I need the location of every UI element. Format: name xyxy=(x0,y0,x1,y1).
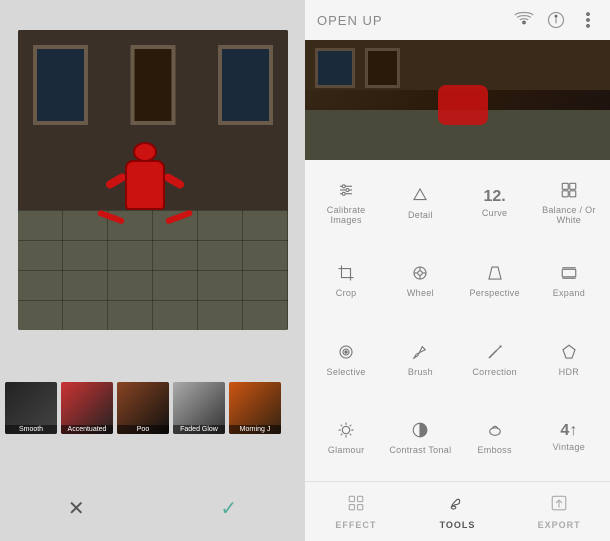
curve-icon: 12. xyxy=(484,189,506,205)
app-title: OPEN UP xyxy=(317,13,383,28)
more-icon[interactable] xyxy=(578,10,598,30)
emboss-label: Emboss xyxy=(477,445,511,455)
tools-icon xyxy=(449,494,467,517)
thumbnail-1[interactable]: Smooth xyxy=(5,382,57,434)
nav-effect[interactable]: EFFECT xyxy=(305,482,407,541)
left-panel: Smooth Accentuated Poo Faded Glow Mornin… xyxy=(0,0,305,541)
hdr-icon xyxy=(560,343,578,364)
thumbnail-2[interactable]: Accentuated xyxy=(61,382,113,434)
detail-icon xyxy=(411,186,429,207)
curve-label: Curve xyxy=(482,208,508,218)
right-panel: OPEN UP xyxy=(305,0,610,541)
tool-perspective[interactable]: Perspective xyxy=(459,243,531,319)
expand-label: Expand xyxy=(553,288,585,298)
selective-label: Selective xyxy=(327,367,366,377)
tool-contrast[interactable]: Contrast Tonal xyxy=(384,400,456,476)
confirm-button[interactable]: ✓ xyxy=(211,490,247,526)
spider-head xyxy=(133,142,157,162)
tools-grid: Calibrate Images Detail 12. Curve xyxy=(305,160,610,481)
thumbnail-strip: Smooth Accentuated Poo Faded Glow Mornin… xyxy=(0,382,305,434)
signal-icon[interactable] xyxy=(514,10,534,30)
tool-correction[interactable]: Correction xyxy=(459,322,531,398)
info-icon[interactable] xyxy=(546,10,566,30)
top-bar-icons xyxy=(514,10,598,30)
calibrate-icon xyxy=(337,181,355,202)
balance-label: Balance / Or White xyxy=(535,205,603,225)
contrast-label: Contrast Tonal xyxy=(389,445,451,455)
frame-center xyxy=(130,45,175,125)
tool-calibrate[interactable]: Calibrate Images xyxy=(310,165,382,241)
tool-vintage[interactable]: 4↑ Vintage xyxy=(533,400,605,476)
spider-torso xyxy=(125,160,165,210)
thumbnail-4[interactable]: Faded Glow xyxy=(173,382,225,434)
thumb-label-4: Faded Glow xyxy=(173,425,225,434)
cancel-button[interactable]: ✕ xyxy=(58,490,94,526)
perspective-icon xyxy=(486,264,504,285)
wheel-icon xyxy=(411,264,429,285)
glamour-label: Glamour xyxy=(328,445,365,455)
tool-wheel[interactable]: Wheel xyxy=(384,243,456,319)
preview-bg xyxy=(305,40,610,160)
tool-expand[interactable]: Expand xyxy=(533,243,605,319)
nav-export[interactable]: EXPORT xyxy=(508,482,610,541)
correction-label: Correction xyxy=(472,367,517,377)
brush-icon xyxy=(411,343,429,364)
tool-curve[interactable]: 12. Curve xyxy=(459,165,531,241)
thumbnail-3[interactable]: Poo xyxy=(117,382,169,434)
bottom-nav: EFFECT TOOLS EXPORT xyxy=(305,481,610,541)
hdr-label: HDR xyxy=(559,367,579,377)
contrast-icon xyxy=(411,421,429,442)
expand-icon xyxy=(560,264,578,285)
vintage-label: Vintage xyxy=(553,442,585,452)
preview-area xyxy=(305,40,610,160)
balance-icon xyxy=(560,181,578,202)
tools-label: TOOLS xyxy=(440,520,476,530)
frame-right xyxy=(218,45,273,125)
wheel-label: Wheel xyxy=(407,288,434,298)
calibrate-label: Calibrate Images xyxy=(312,205,380,225)
crop-icon xyxy=(337,264,355,285)
main-image xyxy=(18,30,288,330)
thumb-label-5: Morning J xyxy=(229,425,281,434)
tool-selective[interactable]: Selective xyxy=(310,322,382,398)
emboss-icon xyxy=(486,421,504,442)
effect-label: EFFECT xyxy=(335,520,376,530)
tool-hdr[interactable]: HDR xyxy=(533,322,605,398)
spider-arm-right xyxy=(162,172,185,190)
crop-label: Crop xyxy=(336,288,357,298)
thumbnail-5[interactable]: Morning J xyxy=(229,382,281,434)
frame-left xyxy=(33,45,88,125)
glamour-icon xyxy=(337,421,355,442)
tool-emboss[interactable]: Emboss xyxy=(459,400,531,476)
cancel-icon: ✕ xyxy=(68,496,85,521)
export-icon xyxy=(550,494,568,517)
action-bar: ✕ ✓ xyxy=(0,485,305,531)
spiderman-figure xyxy=(105,150,185,230)
brush-label: Brush xyxy=(408,367,433,377)
tool-brush[interactable]: Brush xyxy=(384,322,456,398)
vintage-icon: 4↑ xyxy=(560,423,577,439)
perspective-label: Perspective xyxy=(469,288,519,298)
correction-icon xyxy=(486,343,504,364)
thumb-label-3: Poo xyxy=(117,425,169,434)
tool-balance[interactable]: Balance / Or White xyxy=(533,165,605,241)
thumb-label-2: Accentuated xyxy=(61,425,113,434)
confirm-icon: ✓ xyxy=(220,496,237,521)
detail-label: Detail xyxy=(408,210,433,220)
tool-glamour[interactable]: Glamour xyxy=(310,400,382,476)
thumb-label-1: Smooth xyxy=(5,425,57,434)
tool-crop[interactable]: Crop xyxy=(310,243,382,319)
selective-icon xyxy=(337,343,355,364)
nav-tools[interactable]: TOOLS xyxy=(407,482,509,541)
export-label: EXPORT xyxy=(538,520,581,530)
top-bar: OPEN UP xyxy=(305,0,610,40)
effect-icon xyxy=(347,494,365,517)
tool-detail[interactable]: Detail xyxy=(384,165,456,241)
